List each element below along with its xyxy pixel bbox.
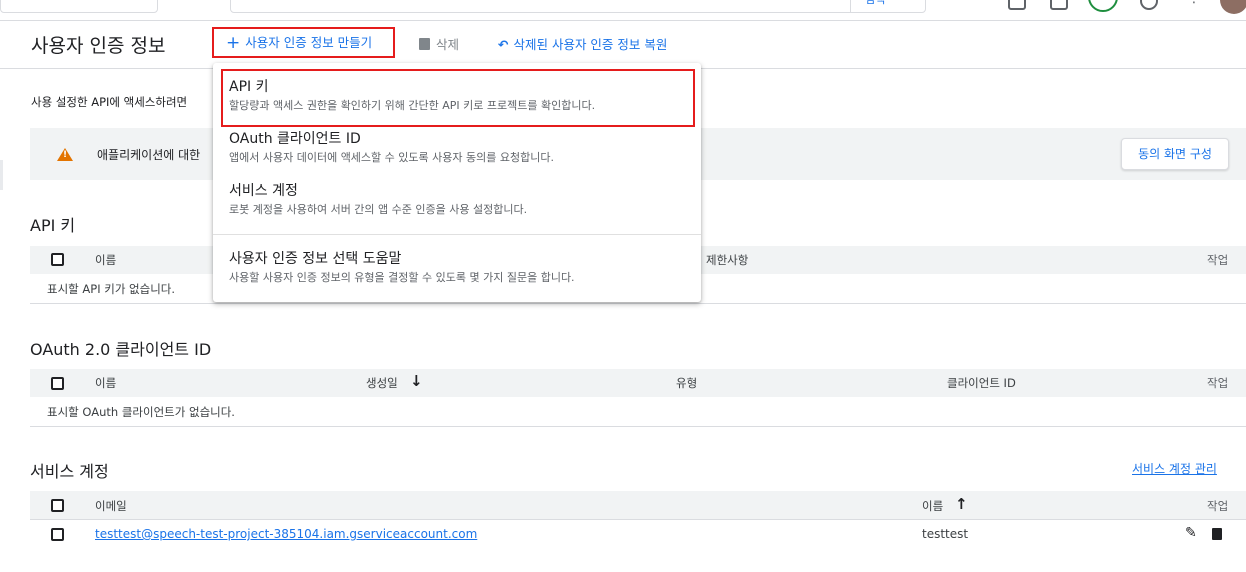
menu-item-desc: 할당량과 액세스 권한을 확인하기 위해 간단한 API 키로 프로젝트를 확인… — [229, 99, 596, 112]
column-header[interactable]: 이메일 — [95, 498, 127, 514]
trash-icon[interactable] — [1212, 528, 1222, 540]
api-keys-title: API 키 — [30, 216, 76, 235]
warning-icon-mark: ! — [63, 150, 68, 160]
create-credentials-button[interactable]: + 사용자 인증 정보 만들기 — [212, 27, 395, 58]
menu-item-desc: 앱에서 사용자 데이터에 액세스할 수 있도록 사용자 동의를 요청합니다. — [229, 151, 554, 164]
menu-item-desc: 로봇 계정을 사용하여 서버 간의 앱 수준 인증을 사용 설정합니다. — [229, 203, 528, 216]
left-rail — [0, 160, 3, 190]
sort-asc-icon[interactable]: ↑ — [955, 495, 968, 513]
column-header[interactable]: 생성일 — [366, 375, 398, 391]
delete-button[interactable]: 삭제 — [419, 34, 459, 53]
menu-item-service-account[interactable]: 서비스 계정 로봇 계정을 사용하여 서버 간의 앱 수준 인증을 사용 설정합… — [221, 177, 691, 227]
service-account-name: testtest — [922, 527, 969, 541]
undo-icon: ↶ — [498, 37, 509, 52]
column-header: 작업 — [1207, 376, 1229, 390]
column-header[interactable]: 유형 — [676, 375, 697, 391]
banner-text: 애플리케이션에 대한 — [97, 148, 201, 162]
select-all-checkbox[interactable] — [51, 377, 64, 390]
table-divider — [30, 303, 1246, 304]
service-accounts-table-header — [30, 491, 1246, 519]
cloud-shell-icon[interactable] — [1050, 0, 1068, 10]
menu-item-title: 사용자 인증 정보 선택 도움말 — [229, 251, 402, 267]
intro-text: 사용 설정한 API에 액세스하려면 — [31, 95, 188, 109]
edit-icon[interactable]: ✎ — [1185, 525, 1197, 541]
oauth-table-header — [30, 369, 1246, 397]
help-icon[interactable] — [1140, 0, 1158, 10]
menu-item-desc: 사용할 사용자 인증 정보의 유형을 결정할 수 있도록 몇 가지 질문을 합니… — [229, 271, 575, 284]
select-all-checkbox[interactable] — [51, 499, 64, 512]
menu-item-title: 서비스 계정 — [229, 183, 298, 199]
trash-icon — [419, 38, 430, 50]
gemini-icon[interactable] — [1088, 0, 1118, 12]
service-account-email-link[interactable]: testtest@speech-test-project-385104.iam.… — [95, 527, 477, 541]
search-button[interactable]: 검색 — [850, 0, 926, 13]
service-accounts-title: 서비스 계정 — [30, 462, 109, 481]
menu-item-title: OAuth 클라이언트 ID — [229, 131, 361, 147]
menu-divider — [213, 234, 701, 235]
search-input[interactable] — [230, 0, 926, 13]
column-header: 작업 — [1207, 499, 1229, 513]
column-header: 제한사항 — [706, 253, 749, 267]
top-app-bar: 검색 ⋮ — [0, 0, 1246, 21]
column-header[interactable]: 클라이언트 ID — [947, 375, 1016, 391]
page-title: 사용자 인증 정보 — [31, 35, 166, 57]
select-all-checkbox[interactable] — [51, 253, 64, 266]
sort-desc-icon[interactable]: ↓ — [410, 372, 423, 390]
column-header[interactable]: 이름 — [922, 498, 943, 514]
plus-icon: + — [226, 33, 241, 53]
menu-item-help-me-choose[interactable]: 사용자 인증 정보 선택 도움말 사용할 사용자 인증 정보의 유형을 결정할 … — [221, 245, 691, 295]
empty-message: 표시할 OAuth 클라이언트가 없습니다. — [47, 405, 235, 419]
empty-message: 표시할 API 키가 없습니다. — [47, 282, 176, 296]
row-checkbox[interactable] — [51, 528, 64, 541]
oauth-title: OAuth 2.0 클라이언트 ID — [30, 340, 212, 359]
manage-service-accounts-link[interactable]: 서비스 계정 관리 — [1132, 460, 1217, 477]
restore-deleted-button[interactable]: ↶ 삭제된 사용자 인증 정보 복원 — [498, 34, 667, 53]
column-header[interactable]: 이름 — [95, 375, 116, 391]
table-divider — [30, 519, 1246, 520]
configure-consent-button[interactable]: 동의 화면 구성 — [1121, 138, 1229, 170]
gift-icon[interactable] — [1008, 0, 1026, 10]
avatar[interactable] — [1220, 0, 1246, 14]
more-vert-icon[interactable]: ⋮ — [1187, 0, 1201, 6]
column-header[interactable]: 이름 — [95, 252, 116, 268]
column-header: 작업 — [1207, 253, 1229, 267]
menu-item-oauth-client-id[interactable]: OAuth 클라이언트 ID 앱에서 사용자 데이터에 액세스할 수 있도록 사… — [221, 125, 691, 175]
project-selector[interactable] — [0, 0, 158, 13]
menu-item-api-key[interactable]: API 키 할당량과 액세스 권한을 확인하기 위해 간단한 API 키로 프로… — [221, 71, 691, 125]
menu-item-title: API 키 — [229, 79, 269, 95]
table-divider — [30, 426, 1246, 427]
